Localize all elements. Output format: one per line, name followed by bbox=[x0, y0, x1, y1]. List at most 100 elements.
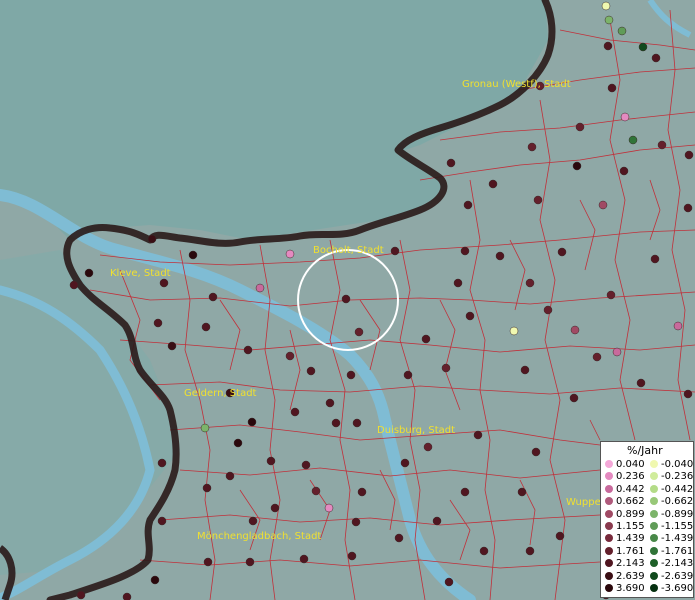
data-point[interactable] bbox=[153, 318, 163, 328]
data-point[interactable] bbox=[473, 430, 483, 440]
data-point[interactable] bbox=[245, 557, 255, 567]
data-point[interactable] bbox=[69, 280, 79, 290]
data-point[interactable] bbox=[390, 246, 400, 256]
data-point[interactable] bbox=[575, 122, 585, 132]
data-point[interactable] bbox=[520, 365, 530, 375]
data-point[interactable] bbox=[76, 590, 86, 600]
data-point[interactable] bbox=[299, 554, 309, 564]
data-point[interactable] bbox=[495, 251, 505, 261]
data-point[interactable] bbox=[354, 327, 364, 337]
data-point[interactable] bbox=[325, 398, 335, 408]
data-point[interactable] bbox=[346, 370, 356, 380]
data-point[interactable] bbox=[569, 393, 579, 403]
data-point[interactable] bbox=[683, 389, 693, 399]
data-point[interactable] bbox=[255, 283, 265, 293]
data-point[interactable] bbox=[311, 486, 321, 496]
data-point[interactable] bbox=[157, 516, 167, 526]
data-point[interactable] bbox=[628, 135, 638, 145]
data-point[interactable] bbox=[527, 142, 537, 152]
data-point[interactable] bbox=[612, 347, 622, 357]
data-point[interactable] bbox=[517, 487, 527, 497]
data-point[interactable] bbox=[543, 305, 553, 315]
data-point[interactable] bbox=[607, 83, 617, 93]
data-point[interactable] bbox=[248, 516, 258, 526]
data-point[interactable] bbox=[225, 471, 235, 481]
data-point[interactable] bbox=[617, 26, 627, 36]
data-point[interactable] bbox=[673, 321, 683, 331]
data-point[interactable] bbox=[606, 290, 616, 300]
data-point[interactable] bbox=[620, 112, 630, 122]
data-point[interactable] bbox=[159, 278, 169, 288]
data-point[interactable] bbox=[147, 234, 157, 244]
data-point[interactable] bbox=[684, 150, 694, 160]
data-point[interactable] bbox=[638, 42, 648, 52]
data-point[interactable] bbox=[657, 140, 667, 150]
data-point[interactable] bbox=[266, 456, 276, 466]
data-point[interactable] bbox=[188, 250, 198, 260]
data-point[interactable] bbox=[619, 166, 629, 176]
data-point[interactable] bbox=[400, 458, 410, 468]
map-view[interactable]: Gronau (Westf), Stadt Bocholt, Stadt Kle… bbox=[0, 0, 695, 600]
data-point[interactable] bbox=[479, 546, 489, 556]
data-point[interactable] bbox=[488, 179, 498, 189]
data-point[interactable] bbox=[453, 278, 463, 288]
data-point[interactable] bbox=[465, 311, 475, 321]
data-point[interactable] bbox=[347, 551, 357, 561]
data-point[interactable] bbox=[423, 442, 433, 452]
data-point[interactable] bbox=[150, 575, 160, 585]
data-point[interactable] bbox=[331, 418, 341, 428]
data-point[interactable] bbox=[446, 158, 456, 168]
data-point[interactable] bbox=[351, 517, 361, 527]
data-point[interactable] bbox=[533, 195, 543, 205]
data-point[interactable] bbox=[421, 334, 431, 344]
data-point[interactable] bbox=[463, 200, 473, 210]
data-point[interactable] bbox=[122, 592, 132, 600]
data-point[interactable] bbox=[167, 341, 177, 351]
data-point[interactable] bbox=[651, 53, 661, 63]
data-point[interactable] bbox=[683, 203, 693, 213]
data-point[interactable] bbox=[352, 418, 362, 428]
data-point[interactable] bbox=[243, 345, 253, 355]
data-point[interactable] bbox=[208, 292, 218, 302]
data-point[interactable] bbox=[341, 294, 351, 304]
data-point[interactable] bbox=[357, 487, 367, 497]
data-point[interactable] bbox=[441, 363, 451, 373]
data-point[interactable] bbox=[525, 546, 535, 556]
data-point[interactable] bbox=[203, 557, 213, 567]
data-point[interactable] bbox=[531, 447, 541, 457]
data-point[interactable] bbox=[247, 417, 257, 427]
data-point[interactable] bbox=[557, 247, 567, 257]
data-point[interactable] bbox=[290, 407, 300, 417]
data-point[interactable] bbox=[201, 322, 211, 332]
data-point[interactable] bbox=[509, 326, 519, 336]
data-point[interactable] bbox=[555, 531, 565, 541]
data-point[interactable] bbox=[285, 351, 295, 361]
data-point[interactable] bbox=[403, 370, 413, 380]
data-point[interactable] bbox=[598, 200, 608, 210]
data-point[interactable] bbox=[444, 577, 454, 587]
data-point[interactable] bbox=[601, 1, 611, 11]
data-point[interactable] bbox=[233, 438, 243, 448]
data-point[interactable] bbox=[432, 516, 442, 526]
data-point[interactable] bbox=[200, 423, 210, 433]
data-point[interactable] bbox=[525, 278, 535, 288]
data-point[interactable] bbox=[84, 268, 94, 278]
data-point[interactable] bbox=[570, 325, 580, 335]
data-point[interactable] bbox=[603, 41, 613, 51]
data-point[interactable] bbox=[202, 483, 212, 493]
data-point[interactable] bbox=[460, 246, 470, 256]
data-point[interactable] bbox=[285, 249, 295, 259]
data-point[interactable] bbox=[592, 352, 602, 362]
data-point[interactable] bbox=[460, 487, 470, 497]
data-point[interactable] bbox=[572, 161, 582, 171]
data-point[interactable] bbox=[636, 378, 646, 388]
data-point[interactable] bbox=[306, 366, 316, 376]
data-point[interactable] bbox=[301, 460, 311, 470]
data-point[interactable] bbox=[270, 503, 280, 513]
data-point[interactable] bbox=[650, 254, 660, 264]
legend-row: 2.143 -2.143 bbox=[601, 558, 695, 569]
data-point[interactable] bbox=[157, 458, 167, 468]
data-point[interactable] bbox=[394, 533, 404, 543]
data-point[interactable] bbox=[604, 15, 614, 25]
data-point[interactable] bbox=[324, 503, 334, 513]
